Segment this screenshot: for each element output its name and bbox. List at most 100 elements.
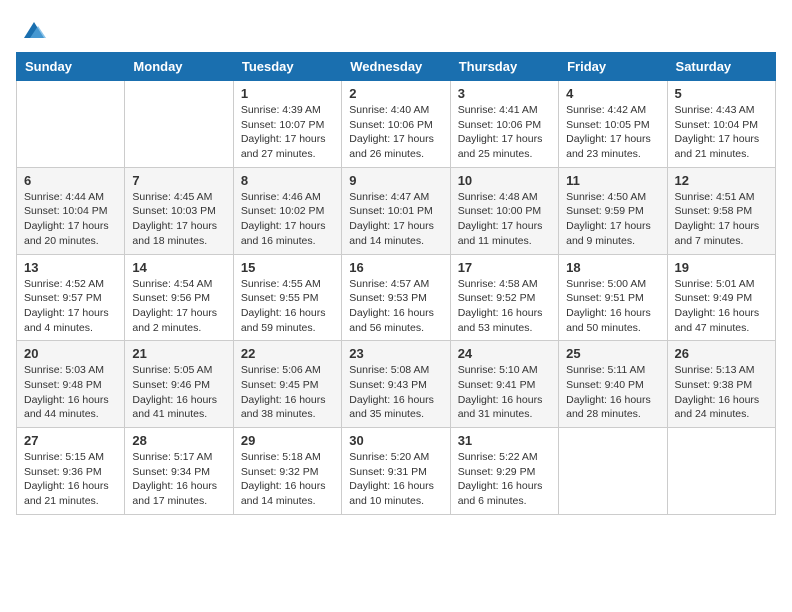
day-number: 12 (675, 173, 768, 188)
day-info: Sunrise: 4:51 AM Sunset: 9:58 PM Dayligh… (675, 190, 768, 249)
day-number: 2 (349, 86, 442, 101)
day-number: 3 (458, 86, 551, 101)
day-info: Sunrise: 4:39 AM Sunset: 10:07 PM Daylig… (241, 103, 334, 162)
calendar-day-header: Monday (125, 53, 233, 81)
calendar-cell: 9 Sunrise: 4:47 AM Sunset: 10:01 PM Dayli… (342, 167, 450, 254)
day-info: Sunrise: 5:08 AM Sunset: 9:43 PM Dayligh… (349, 363, 442, 422)
logo-icon (20, 16, 48, 44)
day-number: 30 (349, 433, 442, 448)
day-info: Sunrise: 4:57 AM Sunset: 9:53 PM Dayligh… (349, 277, 442, 336)
calendar-cell: 20 Sunrise: 5:03 AM Sunset: 9:48 PM Dayli… (17, 341, 125, 428)
day-number: 7 (132, 173, 225, 188)
day-info: Sunrise: 4:47 AM Sunset: 10:01 PM Daylig… (349, 190, 442, 249)
calendar-cell: 5 Sunrise: 4:43 AM Sunset: 10:04 PM Dayli… (667, 81, 775, 168)
day-number: 20 (24, 346, 117, 361)
calendar-day-header: Saturday (667, 53, 775, 81)
calendar-cell: 4 Sunrise: 4:42 AM Sunset: 10:05 PM Dayli… (559, 81, 667, 168)
calendar-cell: 25 Sunrise: 5:11 AM Sunset: 9:40 PM Dayli… (559, 341, 667, 428)
calendar-day-header: Tuesday (233, 53, 341, 81)
day-number: 18 (566, 260, 659, 275)
day-number: 31 (458, 433, 551, 448)
day-info: Sunrise: 5:13 AM Sunset: 9:38 PM Dayligh… (675, 363, 768, 422)
calendar-cell: 14 Sunrise: 4:54 AM Sunset: 9:56 PM Dayli… (125, 254, 233, 341)
day-number: 24 (458, 346, 551, 361)
day-info: Sunrise: 4:46 AM Sunset: 10:02 PM Daylig… (241, 190, 334, 249)
day-number: 1 (241, 86, 334, 101)
day-info: Sunrise: 5:17 AM Sunset: 9:34 PM Dayligh… (132, 450, 225, 509)
day-number: 29 (241, 433, 334, 448)
day-number: 19 (675, 260, 768, 275)
day-number: 28 (132, 433, 225, 448)
day-number: 27 (24, 433, 117, 448)
day-info: Sunrise: 4:55 AM Sunset: 9:55 PM Dayligh… (241, 277, 334, 336)
day-number: 26 (675, 346, 768, 361)
day-info: Sunrise: 5:22 AM Sunset: 9:29 PM Dayligh… (458, 450, 551, 509)
calendar-cell: 3Sunrise: 4:41 AM Sunset: 10:06 PM Dayli… (450, 81, 558, 168)
calendar-week-row: 27 Sunrise: 5:15 AM Sunset: 9:36 PM Dayli… (17, 428, 776, 515)
calendar-cell: 1 Sunrise: 4:39 AM Sunset: 10:07 PM Dayli… (233, 81, 341, 168)
calendar-week-row: 13 Sunrise: 4:52 AM Sunset: 9:57 PM Dayli… (17, 254, 776, 341)
calendar-cell: 23 Sunrise: 5:08 AM Sunset: 9:43 PM Dayli… (342, 341, 450, 428)
day-info: Sunrise: 4:58 AM Sunset: 9:52 PM Dayligh… (458, 277, 551, 336)
calendar-day-header: Wednesday (342, 53, 450, 81)
day-number: 16 (349, 260, 442, 275)
day-number: 14 (132, 260, 225, 275)
day-info: Sunrise: 5:06 AM Sunset: 9:45 PM Dayligh… (241, 363, 334, 422)
calendar-cell (17, 81, 125, 168)
day-number: 15 (241, 260, 334, 275)
day-number: 23 (349, 346, 442, 361)
calendar-cell (125, 81, 233, 168)
day-info: Sunrise: 5:15 AM Sunset: 9:36 PM Dayligh… (24, 450, 117, 509)
day-number: 8 (241, 173, 334, 188)
day-info: Sunrise: 5:05 AM Sunset: 9:46 PM Dayligh… (132, 363, 225, 422)
logo (16, 16, 48, 44)
day-info: Sunrise: 5:03 AM Sunset: 9:48 PM Dayligh… (24, 363, 117, 422)
day-info: Sunrise: 4:45 AM Sunset: 10:03 PM Daylig… (132, 190, 225, 249)
calendar-cell (667, 428, 775, 515)
calendar-week-row: 6 Sunrise: 4:44 AM Sunset: 10:04 PM Dayli… (17, 167, 776, 254)
day-number: 9 (349, 173, 442, 188)
day-number: 21 (132, 346, 225, 361)
calendar-cell: 16 Sunrise: 4:57 AM Sunset: 9:53 PM Dayli… (342, 254, 450, 341)
calendar-day-header: Sunday (17, 53, 125, 81)
calendar-cell: 30 Sunrise: 5:20 AM Sunset: 9:31 PM Dayli… (342, 428, 450, 515)
day-info: Sunrise: 4:42 AM Sunset: 10:05 PM Daylig… (566, 103, 659, 162)
day-number: 6 (24, 173, 117, 188)
calendar-cell: 6 Sunrise: 4:44 AM Sunset: 10:04 PM Dayli… (17, 167, 125, 254)
day-number: 11 (566, 173, 659, 188)
calendar-cell: 2 Sunrise: 4:40 AM Sunset: 10:06 PM Dayli… (342, 81, 450, 168)
day-number: 10 (458, 173, 551, 188)
day-number: 4 (566, 86, 659, 101)
calendar-cell: 10 Sunrise: 4:48 AM Sunset: 10:00 PM Dayl… (450, 167, 558, 254)
calendar-cell: 11Sunrise: 4:50 AM Sunset: 9:59 PM Dayli… (559, 167, 667, 254)
day-info: Sunrise: 5:20 AM Sunset: 9:31 PM Dayligh… (349, 450, 442, 509)
calendar-cell: 29 Sunrise: 5:18 AM Sunset: 9:32 PM Dayli… (233, 428, 341, 515)
day-info: Sunrise: 4:43 AM Sunset: 10:04 PM Daylig… (675, 103, 768, 162)
day-info: Sunrise: 4:44 AM Sunset: 10:04 PM Daylig… (24, 190, 117, 249)
calendar-cell (559, 428, 667, 515)
calendar-header-row: SundayMondayTuesdayWednesdayThursdayFrid… (17, 53, 776, 81)
calendar-day-header: Friday (559, 53, 667, 81)
day-info: Sunrise: 5:18 AM Sunset: 9:32 PM Dayligh… (241, 450, 334, 509)
day-number: 5 (675, 86, 768, 101)
day-number: 25 (566, 346, 659, 361)
calendar-week-row: 20 Sunrise: 5:03 AM Sunset: 9:48 PM Dayli… (17, 341, 776, 428)
calendar-cell: 21 Sunrise: 5:05 AM Sunset: 9:46 PM Dayli… (125, 341, 233, 428)
day-number: 22 (241, 346, 334, 361)
calendar-cell: 17 Sunrise: 4:58 AM Sunset: 9:52 PM Dayli… (450, 254, 558, 341)
calendar-day-header: Thursday (450, 53, 558, 81)
calendar-cell: 13 Sunrise: 4:52 AM Sunset: 9:57 PM Dayli… (17, 254, 125, 341)
calendar-cell: 31 Sunrise: 5:22 AM Sunset: 9:29 PM Dayli… (450, 428, 558, 515)
day-info: Sunrise: 5:10 AM Sunset: 9:41 PM Dayligh… (458, 363, 551, 422)
calendar-cell: 19Sunrise: 5:01 AM Sunset: 9:49 PM Dayli… (667, 254, 775, 341)
day-info: Sunrise: 4:52 AM Sunset: 9:57 PM Dayligh… (24, 277, 117, 336)
calendar-cell: 7 Sunrise: 4:45 AM Sunset: 10:03 PM Dayli… (125, 167, 233, 254)
day-info: Sunrise: 5:00 AM Sunset: 9:51 PM Dayligh… (566, 277, 659, 336)
day-number: 17 (458, 260, 551, 275)
day-info: Sunrise: 5:11 AM Sunset: 9:40 PM Dayligh… (566, 363, 659, 422)
calendar-cell: 26 Sunrise: 5:13 AM Sunset: 9:38 PM Dayli… (667, 341, 775, 428)
day-info: Sunrise: 4:48 AM Sunset: 10:00 PM Daylig… (458, 190, 551, 249)
day-info: Sunrise: 4:54 AM Sunset: 9:56 PM Dayligh… (132, 277, 225, 336)
day-info: Sunrise: 4:40 AM Sunset: 10:06 PM Daylig… (349, 103, 442, 162)
day-number: 13 (24, 260, 117, 275)
